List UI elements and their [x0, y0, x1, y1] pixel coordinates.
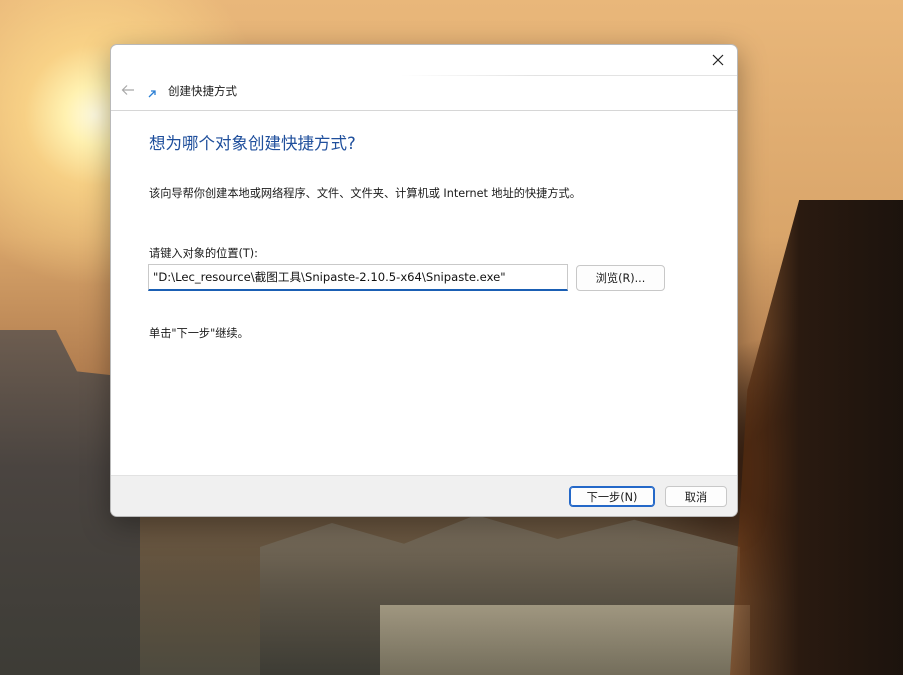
wizard-title: 创建快捷方式 — [168, 84, 237, 98]
next-button[interactable]: 下一步(N) — [569, 486, 655, 507]
wizard-header: 创建快捷方式 — [111, 75, 737, 111]
page-heading: 想为哪个对象创建快捷方式? — [149, 134, 356, 153]
close-button[interactable] — [705, 49, 731, 71]
close-icon — [712, 54, 724, 66]
background-water — [380, 605, 750, 675]
shortcut-wizard-icon — [148, 90, 156, 98]
location-label: 请键入对象的位置(T): — [149, 247, 258, 260]
browse-button[interactable]: 浏览(R)... — [576, 265, 665, 291]
background-hair — [730, 200, 903, 675]
create-shortcut-dialog: 创建快捷方式 想为哪个对象创建快捷方式? 该向导帮你创建本地或网络程序、文件、文… — [110, 44, 738, 517]
wizard-description: 该向导帮你创建本地或网络程序、文件、文件夹、计算机或 Internet 地址的快… — [149, 187, 581, 200]
dialog-footer: 下一步(N) 取消 — [111, 475, 737, 516]
continue-hint: 单击"下一步"继续。 — [149, 327, 249, 340]
back-arrow-icon — [121, 85, 134, 95]
back-button[interactable] — [118, 81, 138, 99]
cancel-button[interactable]: 取消 — [665, 486, 727, 507]
location-input[interactable] — [148, 264, 568, 291]
